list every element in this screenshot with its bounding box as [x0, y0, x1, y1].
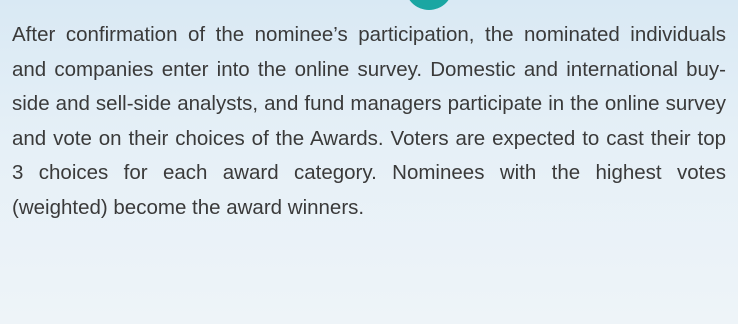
top-accent-marker	[405, 0, 453, 10]
content-area: After confirmation of the nominee’s part…	[12, 18, 726, 225]
body-paragraph: After confirmation of the nominee’s part…	[12, 23, 726, 219]
